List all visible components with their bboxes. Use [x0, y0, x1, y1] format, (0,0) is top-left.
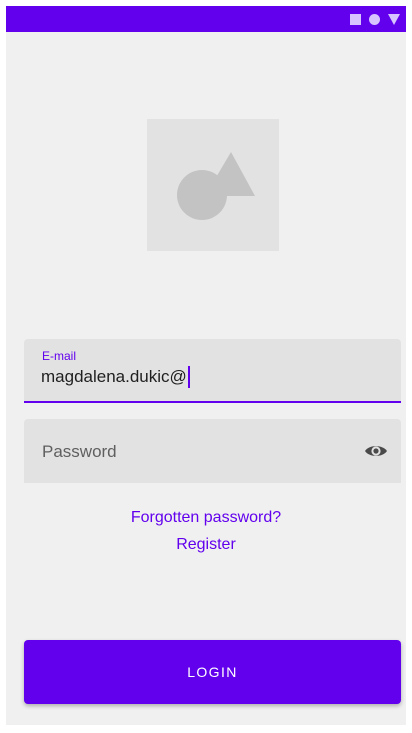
show-password-button[interactable]	[363, 439, 389, 463]
register-link[interactable]: Register	[0, 536, 412, 554]
email-label: E-mail	[42, 349, 77, 363]
text-cursor	[187, 366, 190, 388]
email-input[interactable]: magdalena.dukic@	[41, 366, 190, 388]
password-placeholder: Password	[42, 442, 117, 461]
login-screen: E-mail magdalena.dukic@ Password Forgott…	[6, 6, 406, 725]
app-logo	[147, 119, 279, 251]
shapes-placeholder-icon	[177, 152, 255, 220]
circle-icon	[369, 13, 380, 25]
square-icon	[350, 13, 361, 25]
email-field[interactable]: E-mail magdalena.dukic@	[24, 339, 401, 403]
email-value-text: magdalena.dukic@	[41, 367, 187, 386]
login-button-label: LOGIN	[187, 664, 238, 680]
triangle-icon	[388, 13, 400, 25]
forgot-password-link[interactable]: Forgotten password?	[0, 509, 412, 527]
status-bar	[6, 6, 406, 32]
login-button[interactable]: LOGIN	[24, 640, 401, 704]
password-field[interactable]: Password	[24, 419, 401, 483]
status-icons	[350, 13, 400, 25]
eye-icon	[365, 446, 387, 456]
